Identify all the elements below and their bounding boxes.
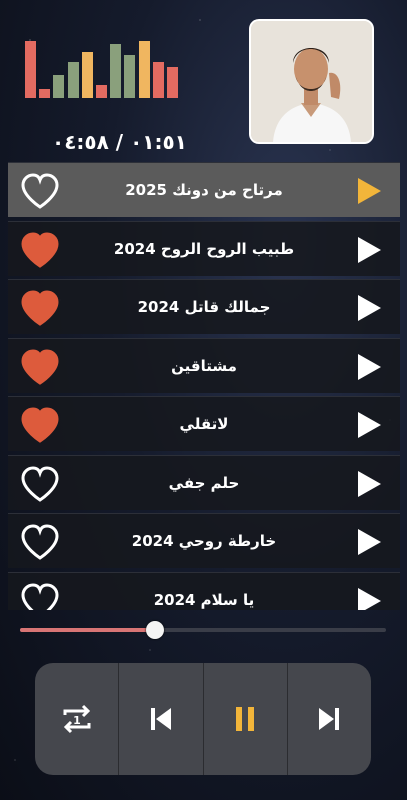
favorite-outline-icon[interactable]	[20, 465, 60, 502]
playback-controls: 1	[35, 663, 371, 775]
equalizer-bar	[110, 44, 122, 98]
song-row[interactable]: خارطة روحي 2024	[8, 513, 400, 568]
equalizer-bar	[25, 41, 36, 98]
song-title: مرتاح من دونك 2025	[125, 181, 283, 199]
favorite-outline-icon[interactable]	[20, 173, 60, 209]
repeat-one-button[interactable]: 1	[35, 663, 118, 775]
play-icon[interactable]	[356, 528, 382, 556]
play-icon[interactable]	[356, 470, 382, 498]
play-icon[interactable]	[356, 177, 382, 205]
pause-icon	[236, 707, 255, 731]
equalizer-bar	[167, 67, 178, 98]
song-title: طبيب الروح الروح 2024	[113, 239, 295, 258]
favorite-outline-icon[interactable]	[20, 524, 60, 560]
play-icon[interactable]	[356, 294, 382, 322]
favorite-filled-icon[interactable]	[20, 231, 60, 268]
equalizer-bar	[53, 75, 65, 98]
equalizer-bar	[124, 55, 136, 98]
song-row[interactable]: جمالك قاتل 2024	[8, 279, 400, 334]
seek-bar[interactable]	[20, 621, 386, 639]
previous-button[interactable]	[118, 663, 202, 775]
song-row[interactable]: حلم جفي	[8, 454, 400, 510]
song-row[interactable]: لاتقلي	[8, 396, 400, 451]
favorite-outline-icon[interactable]	[20, 582, 60, 610]
favorite-filled-icon[interactable]	[20, 348, 60, 385]
equalizer-bar	[81, 52, 93, 98]
song-list[interactable]: مرتاح من دونك 2025 طبيب الروح الروح 2024 ج…	[8, 162, 400, 610]
song-title: مشتاقين	[171, 356, 237, 375]
play-icon[interactable]	[356, 236, 382, 264]
play-icon[interactable]	[356, 411, 382, 439]
song-row[interactable]: مرتاح من دونك 2025	[8, 162, 400, 217]
song-row[interactable]: طبيب الروح الروح 2024	[8, 220, 400, 276]
next-button[interactable]	[286, 663, 371, 775]
equalizer-visualizer	[24, 40, 196, 98]
skip-next-icon	[319, 708, 340, 730]
seek-knob[interactable]	[146, 621, 165, 639]
song-title: حلم جفي	[168, 473, 240, 492]
song-title: لاتقلي	[179, 415, 229, 433]
favorite-filled-icon[interactable]	[20, 290, 60, 326]
song-title: خارطة روحي 2024	[131, 532, 277, 550]
play-icon[interactable]	[356, 587, 382, 610]
song-row[interactable]: يا سلام 2024	[8, 571, 400, 610]
equalizer-bar	[152, 62, 164, 98]
equalizer-bar	[138, 41, 150, 98]
svg-text:1: 1	[73, 714, 81, 727]
song-row[interactable]: مشتاقين	[8, 337, 400, 393]
equalizer-bar	[67, 62, 79, 98]
seek-fill	[20, 628, 156, 632]
artist-avatar	[249, 19, 374, 144]
pause-button[interactable]	[202, 663, 287, 775]
play-icon[interactable]	[356, 353, 382, 381]
equalizer-bar	[96, 85, 107, 98]
song-title: يا سلام 2024	[153, 590, 255, 609]
repeat-one-icon: 1	[63, 704, 91, 734]
skip-previous-icon	[150, 708, 171, 730]
time-display: ٠١:٥١ / ٠٤:٥٨	[52, 130, 187, 154]
equalizer-bar	[39, 89, 51, 98]
song-title: جمالك قاتل 2024	[137, 298, 271, 316]
favorite-filled-icon[interactable]	[20, 407, 60, 443]
